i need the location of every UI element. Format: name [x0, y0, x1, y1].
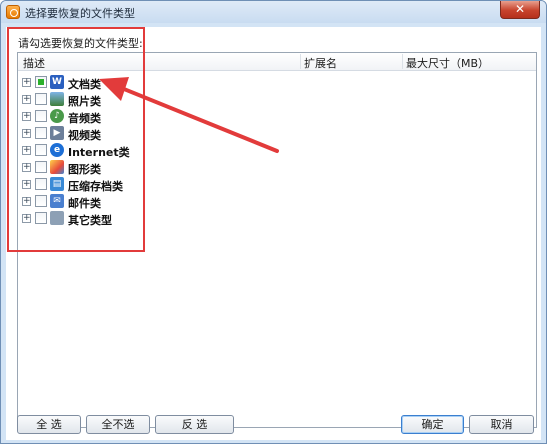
- restore-file-type-dialog: 选择要恢复的文件类型 ✕ 请勾选要恢复的文件类型: 描述 扩展名 最大尺寸（MB…: [0, 0, 547, 444]
- column-separator[interactable]: [402, 54, 403, 69]
- column-header-extension[interactable]: 扩展名: [304, 55, 337, 71]
- ok-button[interactable]: 确定: [401, 415, 464, 434]
- window-title: 选择要恢复的文件类型: [25, 7, 135, 20]
- select-all-button[interactable]: 全 选: [17, 415, 81, 434]
- title-bar: 选择要恢复的文件类型 ✕: [1, 1, 546, 23]
- invert-selection-button[interactable]: 反 选: [155, 415, 234, 434]
- column-separator[interactable]: [300, 54, 301, 69]
- select-none-button[interactable]: 全不选: [86, 415, 150, 434]
- app-logo-icon: [6, 5, 20, 19]
- column-header-max-size[interactable]: 最大尺寸（MB）: [406, 55, 489, 71]
- close-button[interactable]: ✕: [500, 1, 540, 19]
- annotation-highlight-box: [7, 27, 145, 252]
- cancel-button[interactable]: 取消: [469, 415, 534, 434]
